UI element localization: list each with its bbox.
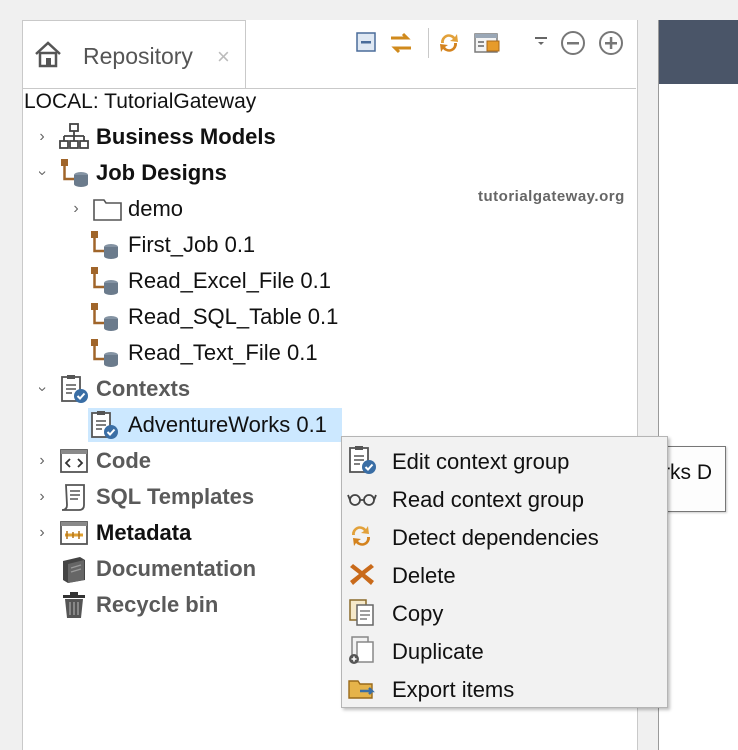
code-icon [60,449,88,473]
menu-item-delete[interactable]: Delete [342,555,667,593]
chevron-right-icon[interactable]: › [32,487,52,507]
menu-item-label: Duplicate [392,639,484,664]
documentation-icon [63,557,85,583]
collapse-icon[interactable] [352,28,382,58]
tree-item-recycle-bin[interactable]: Recycle bin [30,588,330,622]
view-menu-icon[interactable] [526,26,556,56]
glasses-icon [347,494,377,506]
job-icon [91,267,118,295]
tree-item-job-designs[interactable]: › Job Designs [30,156,330,190]
menu-item-label: Detect dependencies [392,525,599,550]
tree-item-label: Contexts [96,376,191,401]
business-models-icon [59,123,89,149]
tree-item-label: AdventureWorks 0.1 [128,412,327,437]
home-icon [35,41,61,68]
editor-header-bar [659,20,738,84]
export-icon [348,680,375,699]
chevron-down-icon[interactable]: › [32,379,52,399]
tree-item-label: Read_SQL_Table 0.1 [128,304,339,329]
tree-item-code[interactable]: › Code [30,444,330,478]
context-icon [61,375,88,403]
menu-item-detect-dependencies[interactable]: Detect dependencies [342,517,667,555]
recycle-bin-icon [63,592,85,618]
chevron-right-icon[interactable]: › [32,127,52,147]
metadata-icon [60,521,88,545]
tree-item-label: Job Designs [96,160,227,185]
tree-item-label: Metadata [96,520,192,545]
header-divider [22,88,636,89]
delete-icon [350,564,374,585]
maximize-icon[interactable] [596,28,626,58]
job-icon [91,231,118,259]
toolbar-separator [428,28,429,58]
copy-icon [349,599,374,626]
tree-item-first-job[interactable]: First_Job 0.1 [88,228,308,262]
tree-item-label: Read_Excel_File 0.1 [128,268,332,293]
tree-item-label: SQL Templates [96,484,255,509]
tooltip-text: rks D [663,461,712,484]
refresh-icon[interactable] [434,28,464,58]
tree-item-documentation[interactable]: Documentation [30,552,330,586]
duplicate-icon [349,636,374,664]
tree-item-adventureworks[interactable]: AdventureWorks 0.1 [88,408,342,442]
repository-root-label: LOCAL: TutorialGateway [24,90,257,113]
tree-item-label: Read_Text_File 0.1 [128,340,318,365]
tree-item-demo[interactable]: › demo [64,192,264,226]
tab-title: Repository [83,43,193,69]
menu-item-duplicate[interactable]: Duplicate [342,631,667,669]
close-icon[interactable]: × [217,46,230,68]
context-icon [91,411,118,439]
tree-item-read-excel-file[interactable]: Read_Excel_File 0.1 [88,264,348,298]
chevron-down-icon[interactable]: › [32,163,52,183]
tree-item-metadata[interactable]: › Metadata [30,516,330,550]
menu-item-export-items[interactable]: Export items [342,669,667,707]
tree-item-business-models[interactable]: › Business Models [30,120,330,154]
menu-item-copy[interactable]: Copy [342,593,667,631]
menu-item-label: Delete [392,563,456,588]
folder-icon [93,199,122,221]
tree-item-label: Code [96,448,151,473]
chevron-right-icon[interactable]: › [32,451,52,471]
context-menu: Edit context group Read context group De… [341,436,668,708]
tree-item-label: Documentation [96,556,257,581]
tree-item-read-sql-table[interactable]: Read_SQL_Table 0.1 [88,300,348,334]
tree-item-read-text-file[interactable]: Read_Text_File 0.1 [88,336,348,370]
chevron-right-icon[interactable]: › [66,199,86,219]
filter-icon[interactable] [472,28,502,58]
detect-dependencies-icon [351,526,371,546]
tree-item-contexts[interactable]: › Contexts [30,372,330,406]
menu-item-label: Export items [392,677,515,702]
menu-item-label: Copy [392,601,444,626]
menu-item-label: Read context group [392,487,585,512]
left-edge-strip [0,0,22,750]
tree-item-label: Recycle bin [96,592,219,617]
job-icon [91,303,118,331]
edit-context-icon [349,446,376,474]
job-designs-icon [61,159,88,187]
editor-area [658,20,738,750]
link-editor-icon[interactable] [386,28,416,58]
tree-item-label: First_Job 0.1 [128,232,256,257]
job-icon [91,339,118,367]
sql-template-icon [61,484,85,511]
tree-item-sql-templates[interactable]: › SQL Templates [30,480,330,514]
menu-item-label: Edit context group [392,449,570,474]
watermark-text: tutorialgateway.org [478,188,625,205]
tree-item-label: demo [128,196,184,221]
menu-item-read-context-group[interactable]: Read context group [342,479,667,517]
menu-item-edit-context-group[interactable]: Edit context group [342,441,667,479]
chevron-right-icon[interactable]: › [32,523,52,543]
minimize-icon[interactable] [558,28,588,58]
tree-item-label: Business Models [96,124,276,149]
repository-tab[interactable]: Repository × [22,20,246,89]
